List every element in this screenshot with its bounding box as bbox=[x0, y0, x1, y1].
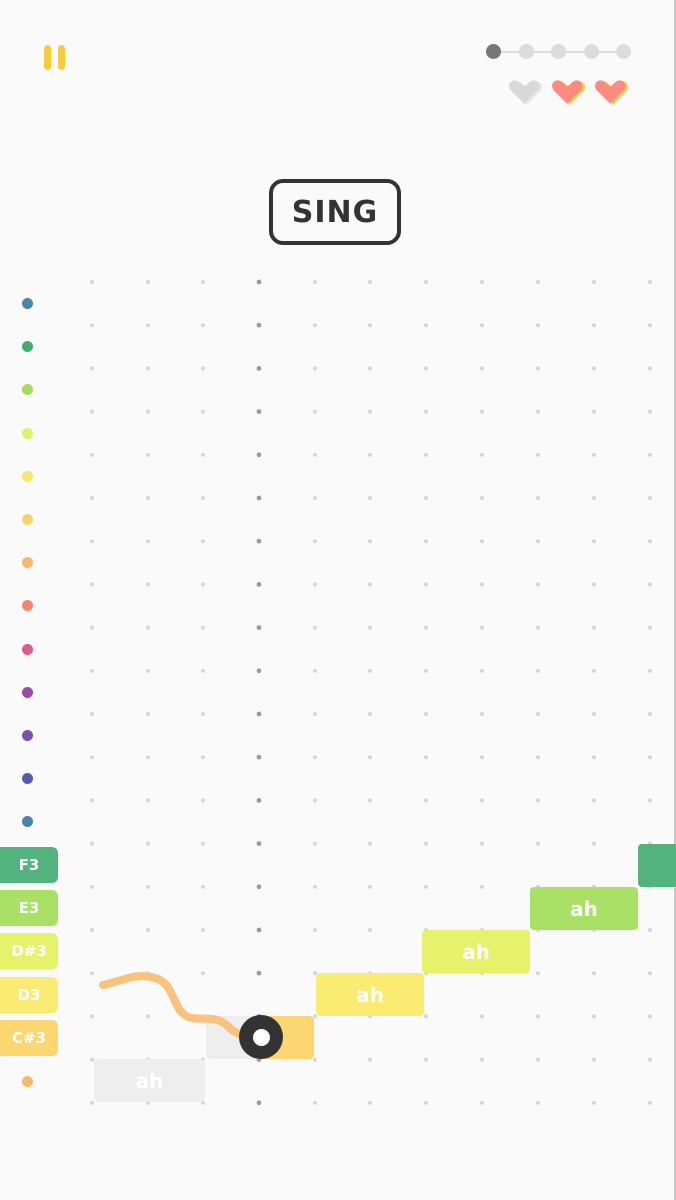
voice-trail-line bbox=[99, 972, 265, 1041]
voice-trail bbox=[99, 972, 265, 1041]
voice-cursor-center bbox=[252, 1028, 270, 1046]
voice-cursor-icon bbox=[239, 1015, 283, 1059]
